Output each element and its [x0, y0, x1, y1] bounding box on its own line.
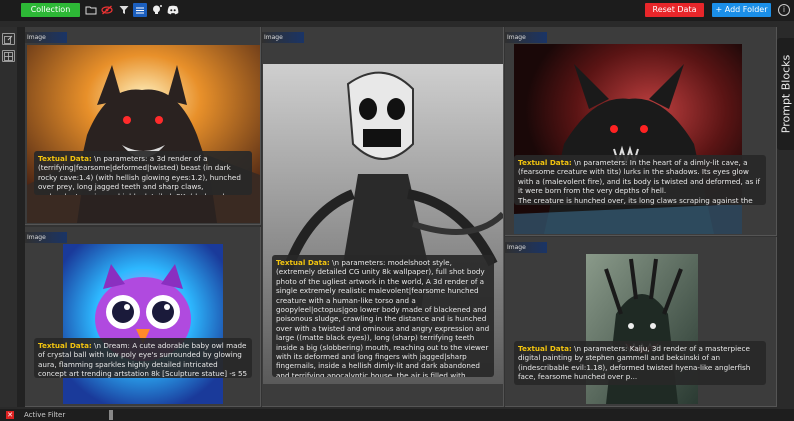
bulb-icon[interactable]: [150, 3, 164, 17]
collection-button[interactable]: Collection: [21, 3, 80, 17]
edit-icon[interactable]: [2, 33, 15, 45]
image-card[interactable]: Image Textual Data: \n parameters: In th…: [505, 27, 777, 236]
caption-key: Textual Data:: [38, 341, 92, 350]
card-image[interactable]: [514, 44, 742, 234]
bottom-bar: ✕ Active Filter: [0, 409, 794, 421]
caption-key: Textual Data:: [518, 344, 572, 353]
card-label: Image: [505, 242, 547, 253]
caption-key: Textual Data:: [276, 258, 330, 267]
caption-key: Textual Data:: [518, 158, 572, 167]
caption-key: Textual Data:: [38, 154, 92, 163]
rail-scroll-strip: [17, 27, 25, 407]
image-card[interactable]: Image Textual Data: \n Dream: A cute ado…: [25, 227, 261, 407]
card-image[interactable]: [63, 244, 223, 404]
textual-data-caption: Textual Data: \n parameters: Kaiju, 3d r…: [514, 341, 766, 385]
image-card[interactable]: Image Textual Data: \n parameters: model…: [262, 27, 504, 407]
filter-drag-handle[interactable]: [109, 410, 113, 420]
close-icon[interactable]: ✕: [6, 411, 14, 419]
caption-text: \n parameters: modelshoot style, (extrem…: [276, 258, 490, 377]
top-toolbar: Collection Reset Data + Add Folder i: [0, 0, 794, 21]
image-card[interactable]: Image Textual Data: \n parameters: Kaiju…: [505, 237, 777, 407]
add-folder-button[interactable]: + Add Folder: [712, 3, 771, 17]
list-icon[interactable]: [133, 3, 147, 17]
card-label: Image: [505, 32, 547, 43]
prompt-blocks-label: Prompt Blocks: [779, 54, 792, 134]
eye-slash-icon[interactable]: [100, 3, 114, 17]
textual-data-caption: Textual Data: \n parameters: a 3d render…: [34, 151, 252, 195]
reset-data-button[interactable]: Reset Data: [645, 3, 704, 17]
textual-data-caption: Textual Data: \n parameters: In the hear…: [514, 155, 766, 205]
grid-icon[interactable]: [2, 50, 15, 62]
card-image[interactable]: [27, 45, 260, 223]
textual-data-caption: Textual Data: \n parameters: modelshoot …: [272, 255, 494, 377]
left-rail: [0, 27, 17, 407]
textual-data-caption: Textual Data: \n Dream: A cute adorable …: [34, 338, 252, 378]
folder-icon[interactable]: [84, 3, 98, 17]
image-gallery: Image Textual Data: \n parameters: a 3d …: [25, 27, 777, 407]
discord-icon[interactable]: [166, 3, 180, 17]
active-filter-label: Active Filter: [24, 411, 66, 419]
filter-icon[interactable]: [117, 3, 131, 17]
card-label: Image: [25, 32, 67, 43]
card-label: Image: [25, 232, 67, 243]
prompt-blocks-tab[interactable]: Prompt Blocks: [777, 38, 794, 150]
image-card[interactable]: Image Textual Data: \n parameters: a 3d …: [25, 27, 261, 225]
info-icon[interactable]: i: [778, 4, 790, 16]
card-label: Image: [262, 32, 304, 43]
